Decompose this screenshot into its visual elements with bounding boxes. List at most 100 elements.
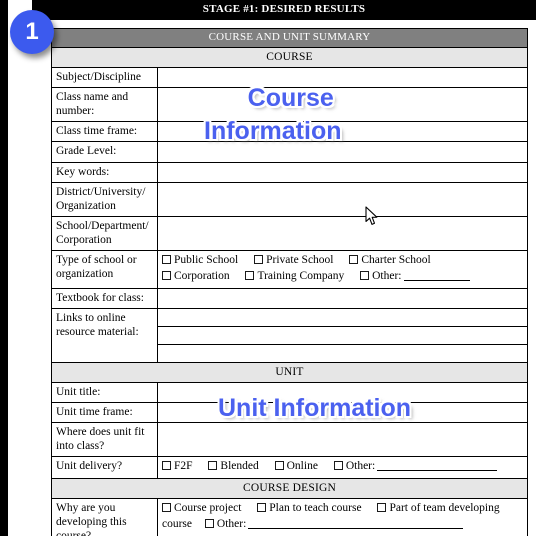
field-label-links-to-online-resources: Links to online resource material: <box>51 307 158 363</box>
other-school-type-write-in[interactable] <box>403 279 470 281</box>
checkbox-icon[interactable] <box>162 254 171 264</box>
field-label-district-university-organization: District/University/ Organization <box>51 181 158 217</box>
section-band-summary: COURSE AND UNIT SUMMARY <box>51 27 528 49</box>
links-line-1[interactable] <box>158 309 527 327</box>
checkbox-icon[interactable] <box>349 254 359 264</box>
option-row-2: Corporation Training Company Other: <box>162 269 523 283</box>
checkbox-option-blended[interactable]: Blended <box>208 459 259 473</box>
checkbox-label: Corporation <box>174 269 230 282</box>
field-label-class-time-frame: Class time frame: <box>51 121 158 143</box>
checkbox-icon[interactable] <box>360 270 370 280</box>
field-label-where-does-unit-fit: Where does unit fit into class? <box>51 421 158 457</box>
checkbox-option-other-delivery[interactable]: Other: <box>333 459 498 473</box>
checkbox-option-f2f[interactable]: F2F <box>162 459 193 473</box>
table-row: Unit title: <box>51 381 528 403</box>
checkbox-option-public-school[interactable]: Public School <box>162 253 238 267</box>
field-label-unit-delivery: Unit delivery? <box>51 455 158 479</box>
field-input-class-time-frame[interactable] <box>157 121 528 143</box>
section-band-unit-label: UNIT <box>51 361 528 383</box>
section-band-course-design: COURSE DESIGN <box>51 477 528 499</box>
checkbox-icon[interactable] <box>274 460 284 470</box>
checkbox-option-part-of-team-developing[interactable]: Part of team developing <box>377 501 500 515</box>
checkbox-label: Other: <box>372 269 402 282</box>
checkbox-icon[interactable] <box>377 502 387 512</box>
field-label-subject-discipline: Subject/Discipline <box>51 67 158 89</box>
other-delivery-write-in[interactable] <box>377 469 498 471</box>
field-input-unit-time-frame[interactable] <box>157 401 528 423</box>
checkbox-label: Charter School <box>361 253 431 266</box>
field-input-where-does-unit-fit[interactable] <box>157 421 528 457</box>
table-row: Class time frame: <box>51 121 528 143</box>
checkbox-icon[interactable] <box>245 270 255 280</box>
checkbox-icon[interactable] <box>208 460 218 470</box>
field-label-textbook-for-class: Textbook for class: <box>51 287 158 309</box>
field-label-why-developing-course: Why are you developing this course? <box>51 497 158 536</box>
field-input-links-to-online-resources <box>157 307 528 363</box>
section-band-course: COURSE <box>51 47 528 69</box>
field-input-school-department-corporation[interactable] <box>157 215 528 251</box>
field-group-unit-delivery: F2F Blended Online Other: <box>157 455 528 479</box>
field-label-grade-level: Grade Level: <box>51 141 158 163</box>
field-input-unit-title[interactable] <box>157 381 528 403</box>
checkbox-label: Private School <box>266 253 334 266</box>
checkbox-label: Part of team developing <box>389 501 500 514</box>
checkbox-icon[interactable] <box>204 518 214 528</box>
table-row: Subject/Discipline <box>51 67 528 89</box>
checkbox-option-training-company[interactable]: Training Company <box>245 269 344 283</box>
checkbox-icon[interactable] <box>162 460 171 470</box>
wrapped-word-course: course <box>162 517 193 530</box>
checkbox-option-online[interactable]: Online <box>274 459 318 473</box>
table-row: Textbook for class: <box>51 287 528 309</box>
section-band-unit: UNIT <box>51 361 528 383</box>
checkbox-option-plan-to-teach-course[interactable]: Plan to teach course <box>257 501 362 515</box>
table-row: Unit time frame: <box>51 401 528 423</box>
stage-banner-label: STAGE #1: DESIRED RESULTS <box>202 3 366 15</box>
checkbox-label: Training Company <box>257 269 345 282</box>
checkbox-label: Course project <box>174 501 242 514</box>
field-group-type-of-school: Public School Private School Charter Sch… <box>157 249 528 289</box>
option-row-1: F2F Blended Online Other: <box>162 459 523 473</box>
checkbox-option-other-why[interactable]: Other: <box>204 517 464 531</box>
table-row: Grade Level: <box>51 141 528 163</box>
links-line-2[interactable] <box>158 327 527 345</box>
field-input-key-words[interactable] <box>157 161 528 183</box>
document-page: STAGE #1: DESIRED RESULTS COURSE AND UNI… <box>8 0 536 536</box>
section-band-course-design-label: COURSE DESIGN <box>51 477 528 499</box>
checkbox-icon[interactable] <box>162 270 171 280</box>
field-input-class-name-number[interactable] <box>157 87 528 123</box>
links-line-3[interactable] <box>158 345 527 362</box>
field-input-grade-level[interactable] <box>157 141 528 163</box>
field-label-class-name-number: Class name and number: <box>51 87 158 123</box>
option-row-2: course Other: <box>162 517 523 531</box>
checkbox-label: Blended <box>220 459 259 472</box>
table-row: Where does unit fit into class? <box>51 421 528 457</box>
table-row: School/Department/ Corporation <box>51 215 528 251</box>
checkbox-label: Other: <box>216 517 247 530</box>
checkbox-option-private-school[interactable]: Private School <box>254 253 334 267</box>
field-label-key-words: Key words: <box>51 161 158 183</box>
field-input-district-university-organization[interactable] <box>157 181 528 217</box>
checkbox-icon[interactable] <box>257 502 267 512</box>
checkbox-label: Public School <box>174 253 239 266</box>
checkbox-label: Plan to teach course <box>269 501 362 514</box>
table-row: Links to online resource material: <box>51 307 528 363</box>
table-row: Type of school or organization Public Sc… <box>51 249 528 289</box>
table-row: Unit delivery? F2F Blended Online Other: <box>51 455 528 479</box>
checkbox-option-other-school-type[interactable]: Other: <box>360 269 470 283</box>
field-input-subject-discipline[interactable] <box>157 67 528 89</box>
field-input-textbook-for-class[interactable] <box>157 287 528 309</box>
course-and-unit-summary-table: COURSE AND UNIT SUMMARY COURSE Subject/D… <box>51 27 528 536</box>
field-group-why-developing-course: Course project Plan to teach course Part… <box>157 497 528 536</box>
field-label-unit-title: Unit title: <box>51 381 158 403</box>
checkbox-option-corporation[interactable]: Corporation <box>162 269 230 283</box>
checkbox-option-course-project[interactable]: Course project <box>162 501 241 515</box>
step-number-badge: 1 <box>10 10 54 54</box>
field-label-unit-time-frame: Unit time frame: <box>51 401 158 423</box>
other-why-write-in[interactable] <box>248 527 464 529</box>
section-band-summary-label: COURSE AND UNIT SUMMARY <box>51 27 528 49</box>
checkbox-icon[interactable] <box>254 254 264 264</box>
checkbox-icon[interactable] <box>333 460 343 470</box>
table-row: Key words: <box>51 161 528 183</box>
checkbox-icon[interactable] <box>162 502 171 512</box>
checkbox-option-charter-school[interactable]: Charter School <box>349 253 431 267</box>
